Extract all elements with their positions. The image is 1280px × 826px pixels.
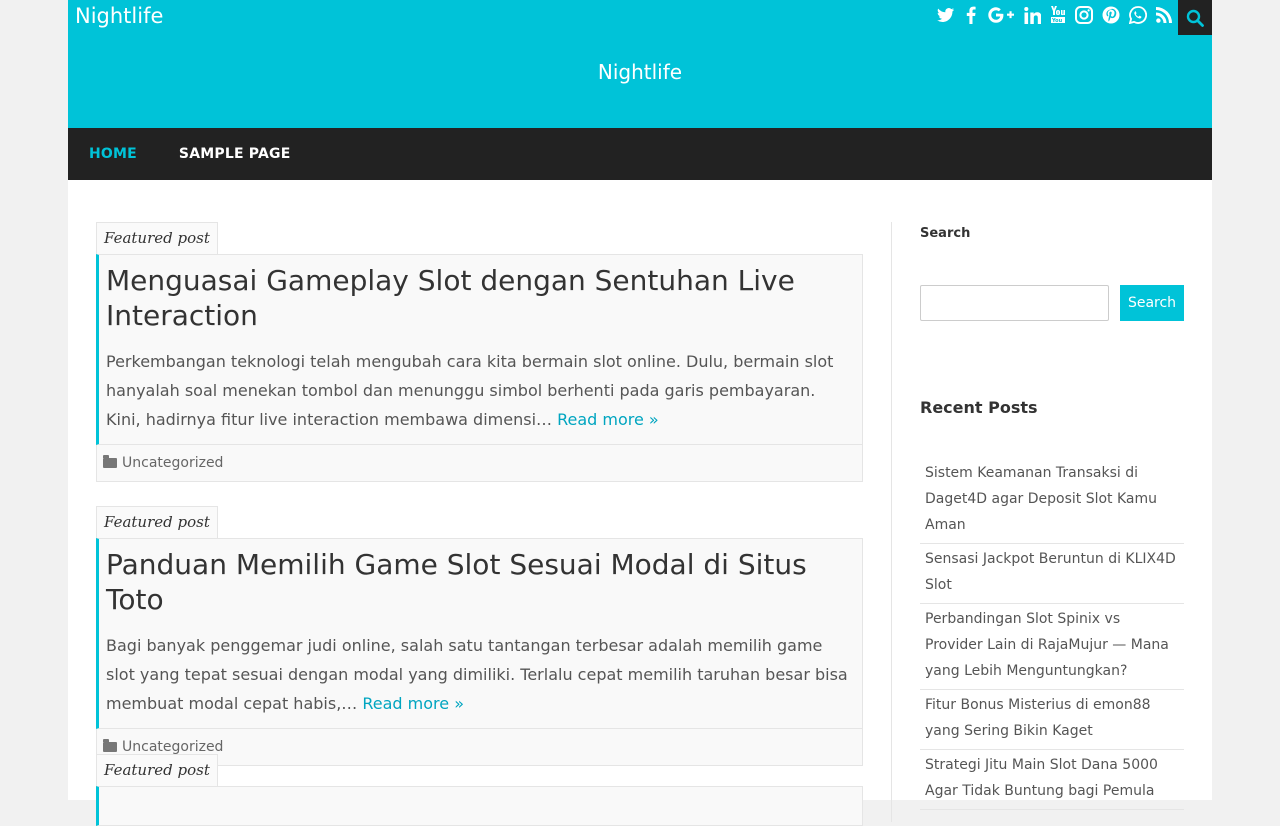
recent-posts-title: Recent Posts — [920, 398, 1038, 417]
post-card: Featured post — [96, 754, 863, 826]
recent-post-link[interactable]: Strategi Jitu Main Slot Dana 5000 Agar T… — [920, 750, 1184, 810]
site-header: Nightlife You Nightlife — [68, 0, 1212, 128]
site-title[interactable]: Nightlife — [68, 60, 1212, 84]
read-more-link[interactable]: Read more » — [557, 410, 659, 429]
post-content — [96, 786, 863, 826]
twitter-icon[interactable] — [937, 7, 955, 29]
featured-badge: Featured post — [96, 506, 218, 538]
instagram-icon[interactable] — [1075, 6, 1093, 30]
youtube-icon[interactable]: You — [1050, 6, 1066, 30]
post-title[interactable]: Panduan Memilih Game Slot Sesuai Modal d… — [106, 547, 850, 617]
recent-post-link[interactable]: Fitur Bonus Misterius di emon88 yang Ser… — [920, 690, 1184, 750]
search-toggle-button[interactable] — [1178, 0, 1212, 35]
post-card: Featured post Menguasai Gameplay Slot de… — [96, 222, 863, 482]
search-widget-title: Search — [920, 226, 971, 241]
post-content: Menguasai Gameplay Slot dengan Sentuhan … — [96, 254, 863, 445]
folder-icon — [103, 739, 117, 752]
nav-item-home[interactable]: Home — [68, 146, 158, 162]
folder-icon — [103, 455, 117, 468]
category-link[interactable]: Uncategorized — [122, 455, 223, 471]
featured-badge: Featured post — [96, 754, 218, 786]
post-card: Featured post Panduan Memilih Game Slot … — [96, 506, 863, 766]
google-plus-icon[interactable] — [987, 6, 1015, 30]
read-more-link[interactable]: Read more » — [362, 694, 464, 713]
recent-posts-list: Sistem Keamanan Transaksi di Daget4D aga… — [920, 458, 1184, 810]
recent-post-link[interactable]: Perbandingan Slot Spinix vs Provider Lai… — [920, 604, 1184, 690]
rss-icon[interactable] — [1156, 7, 1172, 29]
sidebar: Search Search Recent Posts Sistem Keaman… — [891, 222, 1184, 822]
post-excerpt: Perkembangan teknologi telah mengubah ca… — [106, 347, 850, 434]
featured-badge: Featured post — [96, 222, 218, 254]
site-container: Nightlife You Nightlife HOME SAMPLE PAGE… — [68, 0, 1212, 826]
post-meta: Uncategorized — [96, 445, 863, 482]
excerpt-text: Bagi banyak penggemar judi online, salah… — [106, 636, 848, 713]
recent-post-link[interactable]: Sensasi Jackpot Beruntun di KLIX4D Slot — [920, 544, 1184, 604]
post-title[interactable]: Menguasai Gameplay Slot dengan Sentuhan … — [106, 263, 850, 333]
category-link[interactable]: Uncategorized — [122, 739, 223, 755]
svg-text:You: You — [1051, 18, 1063, 24]
recent-post-link[interactable]: Sistem Keamanan Transaksi di Daget4D aga… — [920, 458, 1184, 544]
social-links: You — [937, 6, 1172, 30]
excerpt-text: Perkembangan teknologi telah mengubah ca… — [106, 352, 834, 429]
search-button[interactable]: Search — [1120, 285, 1184, 321]
linkedin-icon[interactable] — [1024, 6, 1042, 30]
top-site-title[interactable]: Nightlife — [75, 4, 163, 28]
search-input[interactable] — [920, 285, 1109, 321]
whatsapp-icon[interactable] — [1128, 6, 1147, 30]
post-excerpt: Bagi banyak penggemar judi online, salah… — [106, 631, 850, 718]
pinterest-icon[interactable] — [1102, 6, 1120, 30]
search-icon — [1186, 9, 1204, 27]
main-navigation: Home Sample Page — [68, 128, 1212, 180]
post-content: Panduan Memilih Game Slot Sesuai Modal d… — [96, 538, 863, 729]
nav-item-sample-page[interactable]: Sample Page — [158, 146, 312, 162]
facebook-icon[interactable] — [964, 6, 978, 30]
